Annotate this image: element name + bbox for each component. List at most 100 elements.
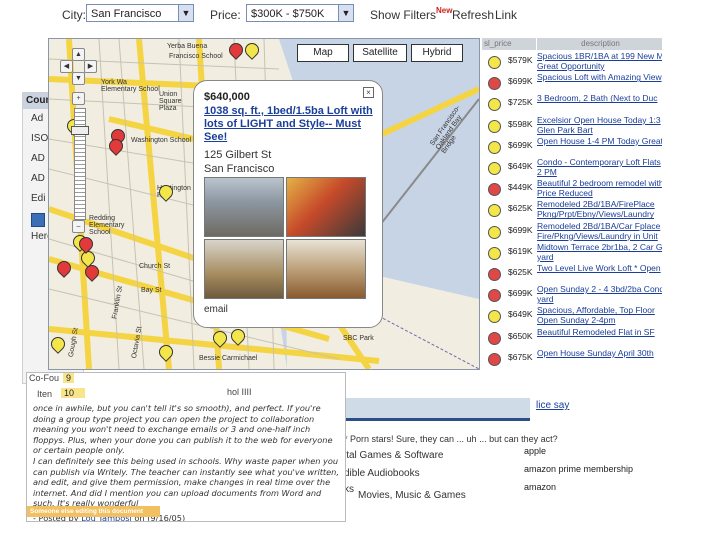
listing-photo[interactable] <box>204 177 284 237</box>
listing-row[interactable]: $699K Open Sunday 2 - 4 3bd/2ba Condo yard <box>482 284 662 304</box>
map-label: Francisco School <box>169 53 223 60</box>
listing-description-link[interactable]: 3 Bedroom, 2 Bath (Next to Duc <box>537 93 662 103</box>
city-label: City: <box>62 8 86 22</box>
save-disk-icon[interactable] <box>31 213 45 227</box>
listing-row[interactable]: $649K Condo - Contemporary Loft Flats 2 PM <box>482 157 662 177</box>
city-select[interactable]: San Francisco ▼ <box>86 4 194 22</box>
price-select[interactable]: $300K - $750K ▼ <box>246 4 354 22</box>
link-link[interactable]: Link <box>495 8 517 22</box>
background-search-page: lice say * Porn stars! Sure, they can ..… <box>344 398 664 504</box>
listing-row[interactable]: $699K Spacious Loft with Amazing View <box>482 72 662 91</box>
listing-table: sl_price description $579K Spacious 1BR/1… <box>482 38 662 368</box>
description-line: Open Sunday 2 - 4 3bd/2ba Condo <box>537 284 662 295</box>
suggestion-item[interactable]: amazon prime membership <box>524 464 633 474</box>
listing-row[interactable]: $449K Beautiful 2 bedroom remodel with Pri… <box>482 178 662 198</box>
listing-title-link[interactable]: 1038 sq. ft., 1bed/1.5ba Loft with lots … <box>204 105 376 144</box>
listing-description-link[interactable]: Midtown Terrace 2br1ba, 2 Car Gyard <box>537 242 662 262</box>
listing-price: $699K <box>508 139 533 150</box>
listing-row[interactable]: $650K Beautiful Remodeled Flat in SF <box>482 327 662 346</box>
listing-row[interactable]: $725K 3 Bedroom, 2 Bath (Next to Duc <box>482 93 662 112</box>
category-item[interactable]: Movies, Music & Games <box>358 490 466 501</box>
listing-row[interactable]: $675K Open House Sunday April 30th <box>482 348 662 367</box>
description-line: Open House 1-4 PM Today Great <box>537 135 662 146</box>
category-item[interactable]: dible Audiobooks <box>344 468 420 479</box>
status-dot-icon <box>488 246 501 260</box>
listing-description-link[interactable]: Beautiful 2 bedroom remodel with Price Re… <box>537 178 662 198</box>
description-line: Remodeled 2Bd/1BA/Car Fplace <box>537 220 661 231</box>
zoom-slider-thumb[interactable] <box>71 126 89 135</box>
price-label: Price: <box>210 8 241 22</box>
refresh-link[interactable]: Refresh <box>452 8 494 22</box>
listing-row[interactable]: $579K Spacious 1BR/1BA at 199 New M Great … <box>482 51 662 71</box>
listing-description-link[interactable]: Spacious, Affordable, Top Floor Open Sund… <box>537 305 662 325</box>
listing-price: $725K <box>508 97 533 108</box>
column-header-price[interactable]: sl_price <box>482 38 536 50</box>
listing-row[interactable]: $598K Excelsior Open House Today 1:3 Glen … <box>482 115 662 135</box>
listing-price: $699K <box>508 76 533 87</box>
description-line: yard <box>537 251 554 262</box>
description-line: Fire/Pkng/Views/Laundry in Unit <box>537 230 658 241</box>
pan-down-icon[interactable]: ▼ <box>72 72 85 85</box>
zoom-in-icon[interactable]: + <box>72 92 85 105</box>
listing-row[interactable]: $699K Open House 1-4 PM Today Great <box>482 136 662 155</box>
satellite-button[interactable]: Satellite <box>353 44 407 62</box>
status-dot-icon <box>488 77 501 91</box>
listing-description-link[interactable]: Condo - Contemporary Loft Flats 2 PM <box>537 157 662 177</box>
pan-left-icon[interactable]: ◀ <box>60 60 73 73</box>
price-value: $300K - $750K <box>251 8 325 20</box>
description-line: Open House Sunday April 30th <box>537 347 654 358</box>
listing-row[interactable]: $625K Remodeled 2Bd/1BA/FirePlace Pkng/Prp… <box>482 199 662 219</box>
description-line: Spacious 1BR/1BA at 199 New M <box>537 51 662 61</box>
count-label: Co-Fou <box>29 373 60 383</box>
zoom-slider-track[interactable] <box>74 108 86 220</box>
show-filters-link[interactable]: Show FiltersNew <box>370 6 452 22</box>
status-dot-icon <box>488 331 501 345</box>
hybrid-button[interactable]: Hybrid <box>411 44 463 62</box>
close-icon[interactable]: × <box>363 87 374 98</box>
listing-photo[interactable] <box>286 177 366 237</box>
status-dot-icon <box>488 98 501 112</box>
listing-description-link[interactable]: Spacious Loft with Amazing View <box>537 72 662 82</box>
listing-photo[interactable] <box>204 239 284 299</box>
column-header-description[interactable]: description <box>537 38 662 50</box>
listing-description-link[interactable]: Remodeled 2Bd/1BA/Car Fplace Fire/Pkng/Vi… <box>537 221 662 241</box>
listing-description-link[interactable]: Open House 1-4 PM Today Great <box>537 136 662 146</box>
city-value: San Francisco <box>91 8 162 20</box>
search-query-tail[interactable]: lice say <box>536 400 569 411</box>
description-line: Remodeled 2Bd/1BA/FirePlace <box>537 199 655 210</box>
suggestion-item[interactable]: amazon <box>524 482 556 492</box>
address-line-2: San Francisco <box>204 163 275 175</box>
description-line: yard <box>537 294 554 305</box>
listing-row[interactable]: $619K Midtown Terrace 2br1ba, 2 Car Gyard <box>482 242 662 262</box>
suggestion-item[interactable]: apple <box>524 446 546 456</box>
description-line: 2 PM <box>537 167 557 177</box>
chevron-down-icon[interactable]: ▼ <box>178 5 193 21</box>
map-label: Church St <box>139 263 171 270</box>
map-label: York Wa Elementary School <box>101 79 160 93</box>
listing-description-link[interactable]: Remodeled 2Bd/1BA/FirePlace Pkng/Prpt/Ebn… <box>537 199 662 219</box>
editing-notice: Someone else editing this document <box>27 506 160 517</box>
listing-row[interactable]: $625K Two Level Live Work Loft * Open <box>482 263 662 282</box>
background-document-window: Co-Fou 9 Iten 10 hol IIII once in awhile… <box>26 372 346 522</box>
listing-description-link[interactable]: Spacious 1BR/1BA at 199 New M Great Oppor… <box>537 51 662 71</box>
listing-row[interactable]: $649K Spacious, Affordable, Top Floor Open… <box>482 305 662 325</box>
listing-description-link[interactable]: Open Sunday 2 - 4 3bd/2ba Condo yard <box>537 284 662 304</box>
listing-description-link[interactable]: Excelsior Open House Today 1:3 Glen Park … <box>537 115 662 135</box>
pan-up-icon[interactable]: ▲ <box>72 48 85 61</box>
email-link[interactable]: email <box>204 304 228 315</box>
listing-description-link[interactable]: Open House Sunday April 30th <box>537 348 662 358</box>
listing-description-link[interactable]: Beautiful Remodeled Flat in SF <box>537 327 662 337</box>
map-button[interactable]: Map <box>297 44 349 62</box>
category-item[interactable]: ital Games & Software <box>344 450 443 461</box>
description-line: 3 Bedroom, 2 Bath (Next to Duc <box>537 93 658 104</box>
chevron-down-icon[interactable]: ▼ <box>338 5 353 21</box>
listing-photo[interactable] <box>286 239 366 299</box>
search-query: * Porn stars! Sure, they can ... uh ... … <box>344 434 558 444</box>
description-line: Price Reduced <box>537 188 593 199</box>
zoom-out-icon[interactable]: – <box>72 220 85 233</box>
pan-right-icon[interactable]: ▶ <box>84 60 97 73</box>
address-line-1: 125 Gilbert St <box>204 149 272 161</box>
listing-row[interactable]: $699K Remodeled 2Bd/1BA/Car Fplace Fire/Pk… <box>482 221 662 241</box>
listing-description-link[interactable]: Two Level Live Work Loft * Open <box>537 263 662 273</box>
map-label: Bay St <box>141 287 162 294</box>
